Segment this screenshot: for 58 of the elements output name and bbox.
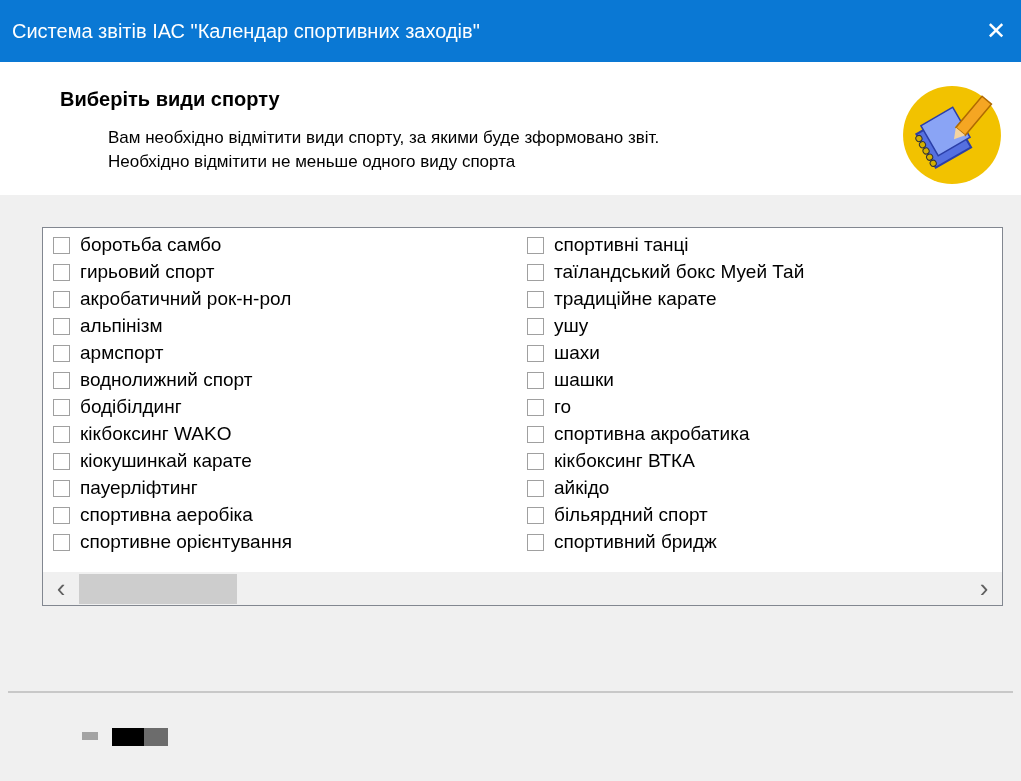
sport-checkbox-item[interactable]: бодібілдинг	[53, 394, 527, 421]
checkbox[interactable]	[527, 372, 544, 389]
sport-checkbox-item[interactable]: спортивні танці	[527, 232, 1001, 259]
description-text: Необхідно відмітити не меньше одного виду спорта	[108, 151, 517, 173]
sport-checkbox-item[interactable]: го	[527, 394, 1001, 421]
scroll-thumb[interactable]	[79, 573, 237, 604]
checkbox[interactable]	[53, 426, 70, 443]
sport-checkbox-item[interactable]: спортивна аеробіка	[53, 502, 527, 529]
checkbox[interactable]	[53, 453, 70, 470]
scroll-left-button[interactable]: ‹	[43, 572, 79, 605]
sport-checkbox-item[interactable]: спортивне орієнтування	[53, 529, 527, 556]
sport-checkbox-item[interactable]: шахи	[527, 340, 1001, 367]
checkbox[interactable]	[53, 372, 70, 389]
scroll-right-button[interactable]: ›	[966, 572, 1002, 605]
checkbox[interactable]	[527, 453, 544, 470]
checkbox[interactable]	[527, 507, 544, 524]
sport-checkbox-item[interactable]: боротьба самбо	[53, 232, 527, 259]
window-title: Система звітів ІАС "Календар спортивних заходів"	[12, 19, 480, 44]
sport-checkbox-item[interactable]: спортивна акробатика	[527, 421, 1001, 448]
checkbox[interactable]	[53, 264, 70, 281]
checkbox[interactable]	[527, 237, 544, 254]
close-button[interactable]: ✕	[971, 0, 1021, 62]
sport-checkbox-item[interactable]: кікбоксинг ВТКА	[527, 448, 1001, 475]
checkbox[interactable]	[527, 264, 544, 281]
sport-checkbox-item[interactable]: воднолижний спорт	[53, 367, 527, 394]
sport-checkbox-item[interactable]: традиційне карате	[527, 286, 1001, 313]
sport-checkbox-item[interactable]: ушу	[527, 313, 1001, 340]
checkbox[interactable]	[53, 480, 70, 497]
sport-checkbox-item[interactable]: акробатичний рок-н-рол	[53, 286, 527, 313]
checkbox[interactable]	[527, 399, 544, 416]
sport-checkbox-item[interactable]: айкідо	[527, 475, 1001, 502]
sport-checkbox-item[interactable]: альпінізм	[53, 313, 527, 340]
sport-checkbox-item[interactable]: таїландський бокс Муей Тай	[527, 259, 1001, 286]
sport-checkbox-item[interactable]: кіокушинкай карате	[53, 448, 527, 475]
sport-checkbox-item[interactable]: кікбоксинг WAKO	[53, 421, 527, 448]
sport-checkbox-item[interactable]: гирьовий спорт	[53, 259, 527, 286]
checkbox[interactable]	[527, 345, 544, 362]
sport-checkbox-item[interactable]: армспорт	[53, 340, 527, 367]
checkbox[interactable]	[53, 345, 70, 362]
horizontal-scrollbar[interactable]: ‹ ›	[43, 572, 1002, 605]
checkbox[interactable]	[53, 399, 70, 416]
checkbox[interactable]	[53, 237, 70, 254]
sport-checkbox-item[interactable]: більярдний спорт	[527, 502, 1001, 529]
checkbox[interactable]	[527, 426, 544, 443]
checkbox[interactable]	[527, 480, 544, 497]
checkbox[interactable]	[53, 318, 70, 335]
checkbox[interactable]	[527, 318, 544, 335]
sport-checkbox-item[interactable]: пауерліфтинг	[53, 475, 527, 502]
checkbox[interactable]	[527, 534, 544, 551]
checkbox[interactable]	[53, 534, 70, 551]
checkbox[interactable]	[53, 507, 70, 524]
description-text: Вам необхідно відмітити види спорту, за якими буде зформовано звіт.	[108, 127, 660, 149]
checkbox[interactable]	[527, 291, 544, 308]
pencil-notebook-icon	[901, 84, 1003, 186]
sport-checkbox-item[interactable]: шашки	[527, 367, 1001, 394]
sport-checkbox-item[interactable]: спортивний бридж	[527, 529, 1001, 556]
heading: Виберіть види спорту	[60, 87, 281, 112]
checkbox[interactable]	[53, 291, 70, 308]
